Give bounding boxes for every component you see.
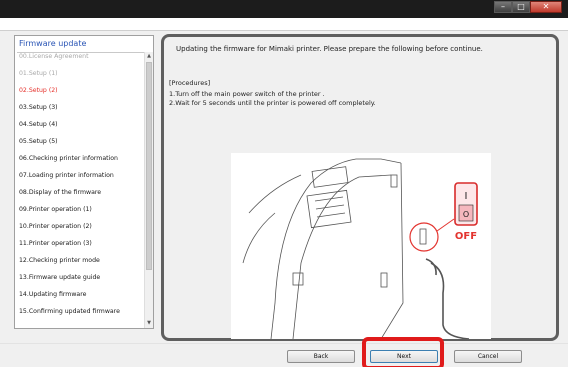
side-vent bbox=[390, 174, 398, 188]
step-item[interactable]: 01.Setup (1) bbox=[19, 70, 58, 77]
step-list-title[interactable]: Firmware update bbox=[19, 39, 86, 48]
maximize-button[interactable]: □ bbox=[512, 1, 530, 13]
step-list-scrollbar[interactable]: ▲ ▼ bbox=[144, 52, 153, 328]
menu-band bbox=[0, 18, 568, 31]
scroll-up-icon[interactable]: ▲ bbox=[145, 52, 153, 61]
callout-line bbox=[436, 218, 455, 232]
power-switch-small bbox=[419, 228, 427, 245]
wizard-client: Firmware update 00.License Agreement 01.… bbox=[0, 31, 568, 343]
window-controls: – □ ✕ bbox=[494, 1, 562, 13]
access-hatch bbox=[292, 272, 304, 286]
step-item[interactable]: 08.Display of the firmware bbox=[19, 189, 101, 196]
procedure-step: 2.Wait for 5 seconds until the printer i… bbox=[169, 99, 376, 107]
procedure-step: 1.Turn off the main power switch of the … bbox=[169, 90, 325, 98]
step-item[interactable]: 00.License Agreement bbox=[19, 53, 89, 60]
control-panel bbox=[306, 189, 352, 229]
procedures-heading: [Procedures] bbox=[169, 79, 211, 87]
step-item[interactable]: 06.Checking printer information bbox=[19, 155, 118, 162]
printer-body-outline bbox=[270, 158, 402, 339]
step-item[interactable]: 12.Checking printer mode bbox=[19, 257, 100, 264]
step-item[interactable]: 11.Printer operation (3) bbox=[19, 240, 92, 247]
next-button-highlight bbox=[362, 337, 444, 367]
printer-top-edge bbox=[248, 174, 302, 214]
intro-text: Updating the firmware for Mimaki printer… bbox=[176, 45, 483, 53]
switch-on-mark: I bbox=[465, 191, 468, 202]
power-plug bbox=[425, 258, 437, 276]
switch-off-mark: O bbox=[463, 210, 469, 219]
panel-key-row bbox=[314, 196, 344, 202]
switch-location-marker bbox=[409, 222, 439, 252]
power-inlet bbox=[380, 272, 388, 288]
printer-power-switch-illustration: I O OFF bbox=[231, 153, 491, 339]
scroll-thumb[interactable] bbox=[146, 62, 152, 270]
title-bar: – □ ✕ bbox=[0, 0, 568, 18]
step-item[interactable]: 05.Setup (5) bbox=[19, 138, 58, 145]
printer-illustration-svg: I O OFF bbox=[242, 158, 478, 339]
step-item[interactable]: 04.Setup (4) bbox=[19, 121, 58, 128]
instruction-panel: Updating the firmware for Mimaki printer… bbox=[161, 34, 559, 341]
printer-side-edge bbox=[242, 212, 276, 264]
off-label: OFF bbox=[455, 231, 477, 242]
panel-key-row bbox=[315, 204, 345, 210]
printer-side-panel bbox=[380, 162, 404, 339]
step-item[interactable]: 14.Updating firmware bbox=[19, 291, 86, 298]
step-item[interactable]: 13.Firmware update guide bbox=[19, 274, 100, 281]
wizard-footer: Back Next Cancel bbox=[0, 337, 568, 367]
step-item[interactable]: 02.Setup (2) bbox=[19, 87, 58, 94]
close-button[interactable]: ✕ bbox=[530, 1, 562, 13]
step-item[interactable]: 07.Loading printer information bbox=[19, 172, 114, 179]
step-list[interactable]: Firmware update 00.License Agreement 01.… bbox=[14, 35, 154, 329]
step-item[interactable]: 10.Printer operation (2) bbox=[19, 223, 92, 230]
step-item[interactable]: 09.Printer operation (1) bbox=[19, 206, 92, 213]
step-item[interactable]: 03.Setup (3) bbox=[19, 104, 58, 111]
scroll-down-icon[interactable]: ▼ bbox=[145, 319, 153, 328]
minimize-button[interactable]: – bbox=[494, 1, 512, 13]
step-item[interactable]: 15.Confirming updated firmware bbox=[19, 308, 120, 315]
back-button[interactable]: Back bbox=[287, 350, 355, 363]
cancel-button[interactable]: Cancel bbox=[454, 350, 522, 363]
